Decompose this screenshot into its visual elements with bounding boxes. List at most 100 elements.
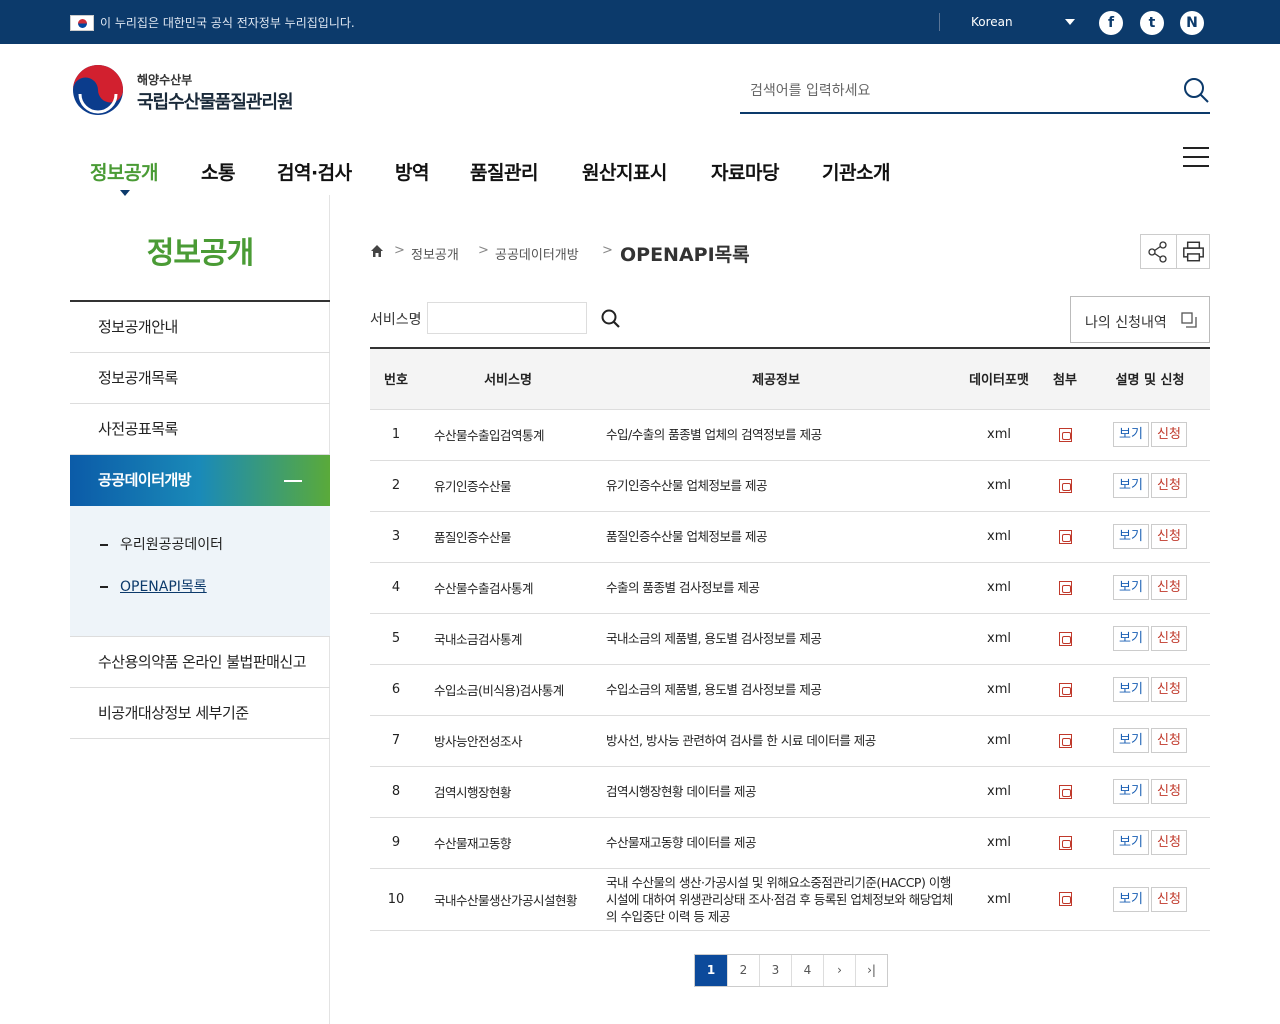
my-requests-button[interactable]: 나의 신청내역 [1070, 296, 1210, 343]
page-3[interactable]: 3 [759, 955, 791, 986]
data-format: xml [958, 460, 1040, 512]
lnb-item-label: 공공데이터개방 [98, 471, 192, 489]
service-name-input[interactable] [427, 302, 587, 334]
view-button[interactable]: 보기 [1113, 422, 1149, 447]
gnb-item-quality[interactable]: 품질관리 [470, 158, 538, 185]
facebook-icon[interactable]: f [1099, 11, 1123, 35]
apply-button[interactable]: 신청 [1151, 473, 1187, 498]
data-format: xml [958, 715, 1040, 767]
page-2[interactable]: 2 [727, 955, 759, 986]
view-button[interactable]: 보기 [1113, 779, 1149, 804]
site-search [740, 70, 1210, 114]
service-description: 품질인증수산물 업체정보를 제공 [594, 511, 958, 563]
pdf-attachment-icon[interactable] [1058, 427, 1072, 442]
active-indicator [120, 190, 130, 196]
service-description: 수입소금의 제품별, 용도별 검사정보를 제공 [594, 664, 958, 716]
pdf-attachment-icon[interactable] [1058, 529, 1072, 544]
service-name: 수산물재고동향 [422, 817, 594, 869]
row-number: 6 [370, 664, 422, 716]
gnb-item-info-disclosure[interactable]: 정보공개 [90, 158, 158, 185]
table-row: 8 검역시행장현황 검역시행장현황 데이터를 제공 xml 보기 신청 [370, 766, 1210, 818]
home-icon[interactable] [370, 244, 384, 258]
apply-button[interactable]: 신청 [1151, 677, 1187, 702]
pdf-attachment-icon[interactable] [1058, 580, 1072, 595]
pdf-attachment-icon[interactable] [1058, 892, 1072, 906]
search-icon[interactable] [1182, 76, 1210, 104]
site-logo[interactable]: 해양수산부 국립수산물품질관리원 [72, 64, 312, 116]
view-button[interactable]: 보기 [1113, 677, 1149, 702]
pdf-attachment-icon[interactable] [1058, 835, 1072, 850]
menu-icon[interactable] [1183, 147, 1211, 169]
apply-button[interactable]: 신청 [1151, 830, 1187, 855]
view-button[interactable]: 보기 [1113, 830, 1149, 855]
naver-blog-icon[interactable]: N [1180, 11, 1204, 35]
twitter-icon[interactable]: t [1140, 11, 1164, 35]
next-page-button[interactable]: › [823, 955, 855, 986]
lnb-sub-item-openapi[interactable]: OPENAPI목록 [100, 572, 330, 614]
search-icon[interactable] [600, 308, 622, 330]
table-row: 2 유기인증수산물 유기인증수산물 업체정보를 제공 xml 보기 신청 [370, 460, 1210, 512]
chevron-down-icon[interactable] [1065, 19, 1075, 25]
col-header-actions: 설명 및 신청 [1090, 348, 1210, 410]
apply-button[interactable]: 신청 [1151, 575, 1187, 600]
view-button[interactable]: 보기 [1113, 626, 1149, 651]
data-format: xml [958, 562, 1040, 614]
lnb-item-guide[interactable]: 정보공개안내 [70, 302, 330, 353]
breadcrumb-level2[interactable]: 공공데이터개방 [495, 244, 579, 263]
page-4[interactable]: 4 [791, 955, 823, 986]
korea-flag-icon [70, 15, 94, 31]
page-1[interactable]: 1 [695, 955, 727, 986]
last-page-button[interactable]: ›| [855, 955, 887, 986]
share-icon[interactable] [1141, 235, 1175, 268]
lnb-item-open-data[interactable]: 공공데이터개방 [70, 455, 330, 506]
pdf-attachment-icon[interactable] [1058, 784, 1072, 799]
col-header-format: 데이터포맷 [958, 348, 1040, 410]
view-button[interactable]: 보기 [1113, 524, 1149, 549]
language-select[interactable]: Korean [971, 15, 1013, 29]
pdf-attachment-icon[interactable] [1058, 631, 1072, 646]
search-input[interactable] [740, 76, 1160, 106]
lnb-sub-item-our-data[interactable]: 우리원공공데이터 [100, 530, 330, 572]
table-row: 9 수산물재고동향 수산물재고동향 데이터를 제공 xml 보기 신청 [370, 817, 1210, 869]
gnb-item-resources[interactable]: 자료마당 [711, 158, 779, 185]
collapse-icon[interactable] [284, 480, 302, 482]
pdf-attachment-icon[interactable] [1058, 478, 1072, 493]
service-name: 수산물수출검사통계 [422, 562, 594, 614]
apply-button[interactable]: 신청 [1151, 728, 1187, 753]
row-number: 3 [370, 511, 422, 563]
gov-notice[interactable]: 이 누리집은 대한민국 공식 전자정부 누리집입니다. [100, 14, 355, 31]
gnb-item-prevention[interactable]: 방역 [395, 158, 429, 185]
view-button[interactable]: 보기 [1113, 886, 1149, 912]
table-row: 1 수산물수출입검역통계 수입/수출의 품종별 업체의 검역정보를 제공 xml… [370, 409, 1210, 461]
lnb-item-nondisclosure[interactable]: 비공개대상정보 세부기준 [70, 688, 330, 739]
gnb-item-communication[interactable]: 소통 [201, 158, 235, 185]
print-icon[interactable] [1176, 235, 1210, 268]
apply-button[interactable]: 신청 [1151, 524, 1187, 549]
lnb-item-list[interactable]: 정보공개목록 [70, 353, 330, 404]
my-requests-label: 나의 신청내역 [1085, 315, 1167, 331]
apply-button[interactable]: 신청 [1151, 626, 1187, 651]
apply-button[interactable]: 신청 [1151, 886, 1187, 912]
service-description: 유기인증수산물 업체정보를 제공 [594, 460, 958, 512]
table-row: 7 방사능안전성조사 방사선, 방사능 관련하여 검사를 한 시료 데이터를 제… [370, 715, 1210, 767]
breadcrumb-level1[interactable]: 정보공개 [411, 244, 459, 263]
gnb-item-about[interactable]: 기관소개 [822, 158, 890, 185]
view-button[interactable]: 보기 [1113, 575, 1149, 600]
pdf-attachment-icon[interactable] [1058, 733, 1072, 748]
apply-button[interactable]: 신청 [1151, 422, 1187, 447]
apply-button[interactable]: 신청 [1151, 779, 1187, 804]
table-row: 5 국내소금검사통계 국내소금의 제품별, 용도별 검사정보를 제공 xml 보… [370, 613, 1210, 665]
gnb-item-quarantine-inspection[interactable]: 검역·검사 [277, 158, 352, 185]
view-button[interactable]: 보기 [1113, 473, 1149, 498]
lnb-item-illegal-report[interactable]: 수산용의약품 온라인 불법판매신고 [70, 637, 330, 688]
row-number: 10 [370, 868, 422, 931]
service-name: 품질인증수산물 [422, 511, 594, 563]
lnb-item-pre-announce[interactable]: 사전공표목록 [70, 404, 330, 455]
gnb-item-origin[interactable]: 원산지표시 [582, 158, 667, 185]
row-number: 1 [370, 409, 422, 461]
gov-banner: 이 누리집은 대한민국 공식 전자정부 누리집입니다. Korean f t N [0, 0, 1280, 44]
pdf-attachment-icon[interactable] [1058, 682, 1072, 697]
view-button[interactable]: 보기 [1113, 728, 1149, 753]
page-title: OPENAPI목록 [620, 244, 750, 266]
service-name: 유기인증수산물 [422, 460, 594, 512]
